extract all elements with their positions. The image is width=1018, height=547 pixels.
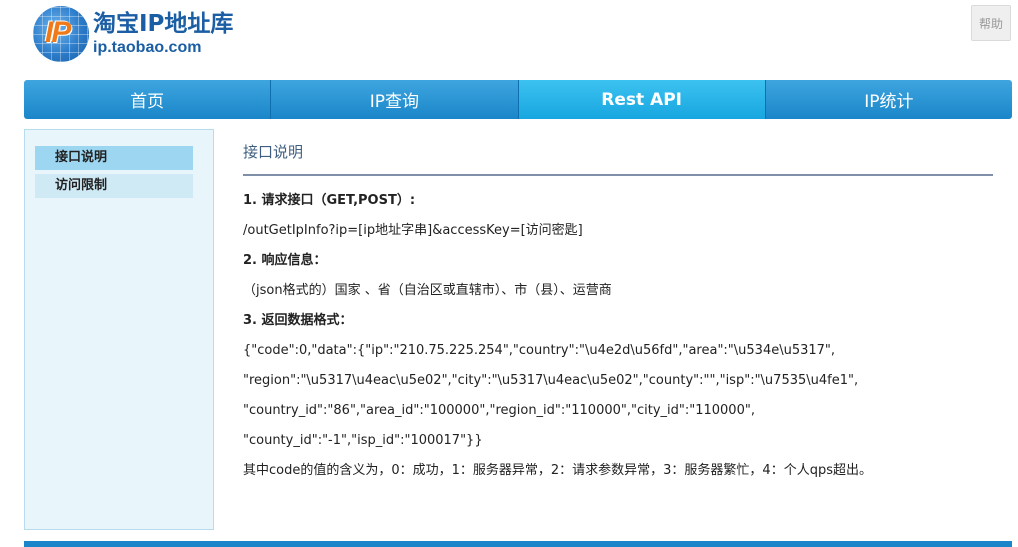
section-heading-format: 3. 返回数据格式： (243, 313, 353, 328)
footer-bar (24, 541, 1012, 547)
nav-tab-ip-stats[interactable]: IP统计 (765, 80, 1012, 119)
response-description: （json格式的）国家 、省（自治区或直辖市）、市（县）、运营商 (243, 283, 612, 298)
site-logo[interactable]: IP 淘宝IP地址库 ip.taobao.com (33, 6, 233, 62)
json-line-1: {"code":0,"data":{"ip":"210.75.225.254",… (243, 343, 836, 358)
logo-globe-icon: IP (33, 6, 89, 62)
sidebar-item-access-limits[interactable]: 访问限制 (35, 174, 193, 198)
code-meaning-note: 其中code的值的含义为，0：成功，1：服务器异常，2：请求参数异常，3：服务器… (243, 463, 872, 478)
json-line-2: "region":"\u5317\u4eac\u5e02","city":"\u… (243, 373, 859, 388)
main-nav: 首页 IP查询 Rest API IP统计 (24, 80, 1012, 119)
main-content: 接口说明 1. 请求接口（GET,POST）: /outGetIpInfo?ip… (243, 138, 993, 486)
request-endpoint: /outGetIpInfo?ip=[ip地址字串]&accessKey=[访问密… (243, 223, 583, 238)
section-heading-request: 1. 请求接口（GET,POST）: (243, 193, 416, 208)
site-domain: ip.taobao.com (93, 39, 202, 56)
json-line-4: "county_id":"-1","isp_id":"100017"}} (243, 433, 483, 448)
logo-mark-text: IP (45, 16, 71, 49)
nav-tab-ip-query[interactable]: IP查询 (271, 80, 519, 119)
help-button[interactable]: 帮助 (971, 5, 1011, 41)
nav-tab-rest-api[interactable]: Rest API (518, 80, 766, 119)
json-line-3: "country_id":"86","area_id":"100000","re… (243, 403, 755, 418)
page-title: 接口说明 (243, 138, 993, 176)
section-heading-response: 2. 响应信息： (243, 253, 327, 268)
sidebar: 接口说明 访问限制 (24, 129, 214, 530)
site-title: 淘宝IP地址库 (93, 11, 234, 37)
sidebar-item-api-docs[interactable]: 接口说明 (35, 146, 193, 170)
nav-tab-home[interactable]: 首页 (24, 80, 272, 119)
